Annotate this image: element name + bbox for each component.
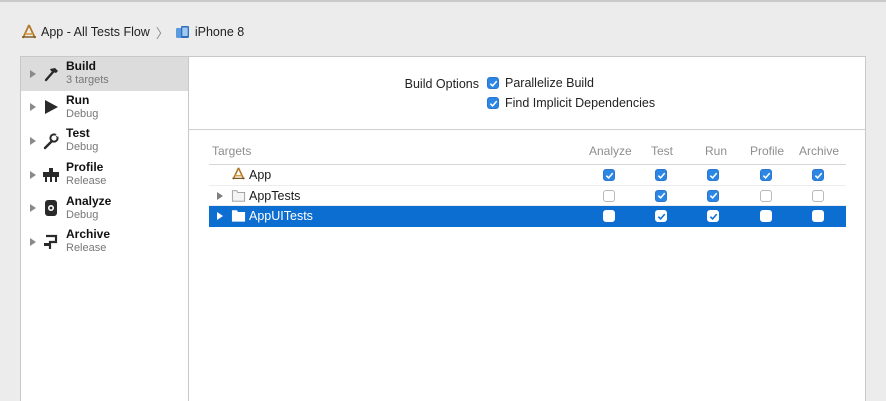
find-implicit-dependencies-label: Find Implicit Dependencies	[505, 96, 656, 110]
sidebar-item-title: Archive	[66, 227, 111, 242]
sidebar-item-title: Analyze	[66, 193, 112, 208]
profile-checkbox[interactable]	[760, 210, 772, 222]
disclosure-triangle-icon[interactable]	[30, 69, 36, 78]
scheme-name[interactable]: App - All Tests Flow	[41, 25, 150, 39]
archive-icon	[42, 233, 60, 251]
target-name: App	[249, 168, 272, 182]
test-checkbox[interactable]	[655, 169, 667, 181]
profile-checkbox[interactable]	[760, 189, 772, 202]
sidebar-item-run[interactable]: Run Debug	[21, 91, 189, 125]
run-checkbox[interactable]	[707, 169, 719, 181]
archive-checkbox[interactable]	[812, 169, 824, 181]
find-implicit-dependencies-checkbox[interactable]	[487, 97, 499, 109]
analyze-icon	[42, 199, 60, 217]
sidebar-item-subtitle: Debug	[66, 107, 99, 120]
sidebar-item-title: Profile	[66, 160, 104, 175]
sidebar-item-title: Test	[66, 126, 90, 141]
sidebar-item-archive[interactable]: Archive Release	[21, 225, 189, 259]
sidebar-item-test[interactable]: Test Debug	[21, 124, 189, 158]
table-row[interactable]: AppUITests	[209, 206, 846, 227]
parallelize-build-checkbox[interactable]	[487, 77, 499, 89]
breadcrumb-separator: 〉	[155, 25, 169, 41]
sidebar-item-subtitle: 3 targets	[66, 74, 109, 87]
table-header: Targets Analyze Test Run Profile Archive	[209, 139, 846, 165]
sidebar-item-build[interactable]: Build 3 targets	[21, 57, 189, 91]
column-header-archive[interactable]: Archive	[799, 144, 839, 158]
disclosure-triangle-icon[interactable]	[30, 170, 36, 179]
table-row[interactable]: AppTests	[209, 186, 846, 206]
target-name: AppTests	[249, 188, 301, 203]
target-name: AppUITests	[249, 209, 313, 223]
folder-icon	[231, 208, 246, 222]
build-options-section: Build Options Parallelize Build Find Imp…	[189, 57, 865, 130]
scheme-actions-sidebar: Build 3 targets Run Debug Test Debug Pro…	[20, 56, 189, 401]
disclosure-triangle-icon[interactable]	[30, 136, 36, 145]
parallelize-build-label: Parallelize Build	[505, 76, 594, 90]
find-implicit-dependencies-option[interactable]: Find Implicit Dependencies	[487, 96, 655, 110]
analyze-checkbox[interactable]	[603, 189, 615, 202]
sidebar-item-title: Run	[66, 92, 90, 107]
disclosure-triangle-icon[interactable]	[30, 204, 36, 213]
column-header-run[interactable]: Run	[705, 144, 727, 158]
sidebar-item-subtitle: Release	[66, 242, 107, 255]
archive-checkbox[interactable]	[812, 210, 824, 222]
analyze-checkbox[interactable]	[603, 210, 615, 222]
sidebar-item-subtitle: Release	[66, 175, 107, 188]
sidebar-item-subtitle: Debug	[66, 208, 99, 221]
test-checkbox[interactable]	[655, 210, 667, 222]
breadcrumb: App - All Tests Flow 〉 iPhone 8	[21, 22, 244, 42]
test-checkbox[interactable]	[655, 189, 667, 202]
gauge-icon	[42, 166, 60, 184]
wrench-icon	[42, 132, 60, 150]
xcode-app-icon	[21, 24, 37, 40]
column-header-test[interactable]: Test	[651, 144, 673, 158]
table-row[interactable]: App	[209, 165, 846, 186]
sidebar-item-title: Build	[66, 59, 96, 74]
window-top-border	[0, 0, 886, 2]
sidebar-item-profile[interactable]: Profile Release	[21, 158, 189, 192]
analyze-checkbox[interactable]	[603, 169, 615, 181]
sidebar-item-subtitle: Debug	[66, 141, 99, 154]
targets-table: Targets Analyze Test Run Profile Archive…	[209, 139, 846, 227]
run-checkbox[interactable]	[707, 210, 719, 222]
folder-icon	[231, 188, 246, 202]
build-options-label: Build Options	[404, 77, 479, 91]
archive-checkbox[interactable]	[812, 189, 824, 202]
build-settings-panel: Build Options Parallelize Build Find Imp…	[188, 56, 866, 401]
column-header-analyze[interactable]: Analyze	[589, 144, 632, 158]
device-name[interactable]: iPhone 8	[195, 25, 244, 39]
disclosure-triangle-icon[interactable]	[217, 212, 223, 220]
disclosure-triangle-icon[interactable]	[217, 191, 223, 200]
run-checkbox[interactable]	[707, 189, 719, 202]
play-icon	[42, 98, 60, 116]
column-header-profile[interactable]: Profile	[750, 144, 784, 158]
disclosure-triangle-icon[interactable]	[30, 237, 36, 246]
app-target-icon	[231, 167, 246, 181]
profile-checkbox[interactable]	[760, 169, 772, 181]
iphone-device-icon	[175, 24, 191, 40]
column-header-targets[interactable]: Targets	[212, 144, 251, 158]
parallelize-build-option[interactable]: Parallelize Build	[487, 76, 594, 90]
hammer-icon	[42, 65, 60, 83]
sidebar-item-analyze[interactable]: Analyze Debug	[21, 191, 189, 225]
disclosure-triangle-icon[interactable]	[30, 103, 36, 112]
